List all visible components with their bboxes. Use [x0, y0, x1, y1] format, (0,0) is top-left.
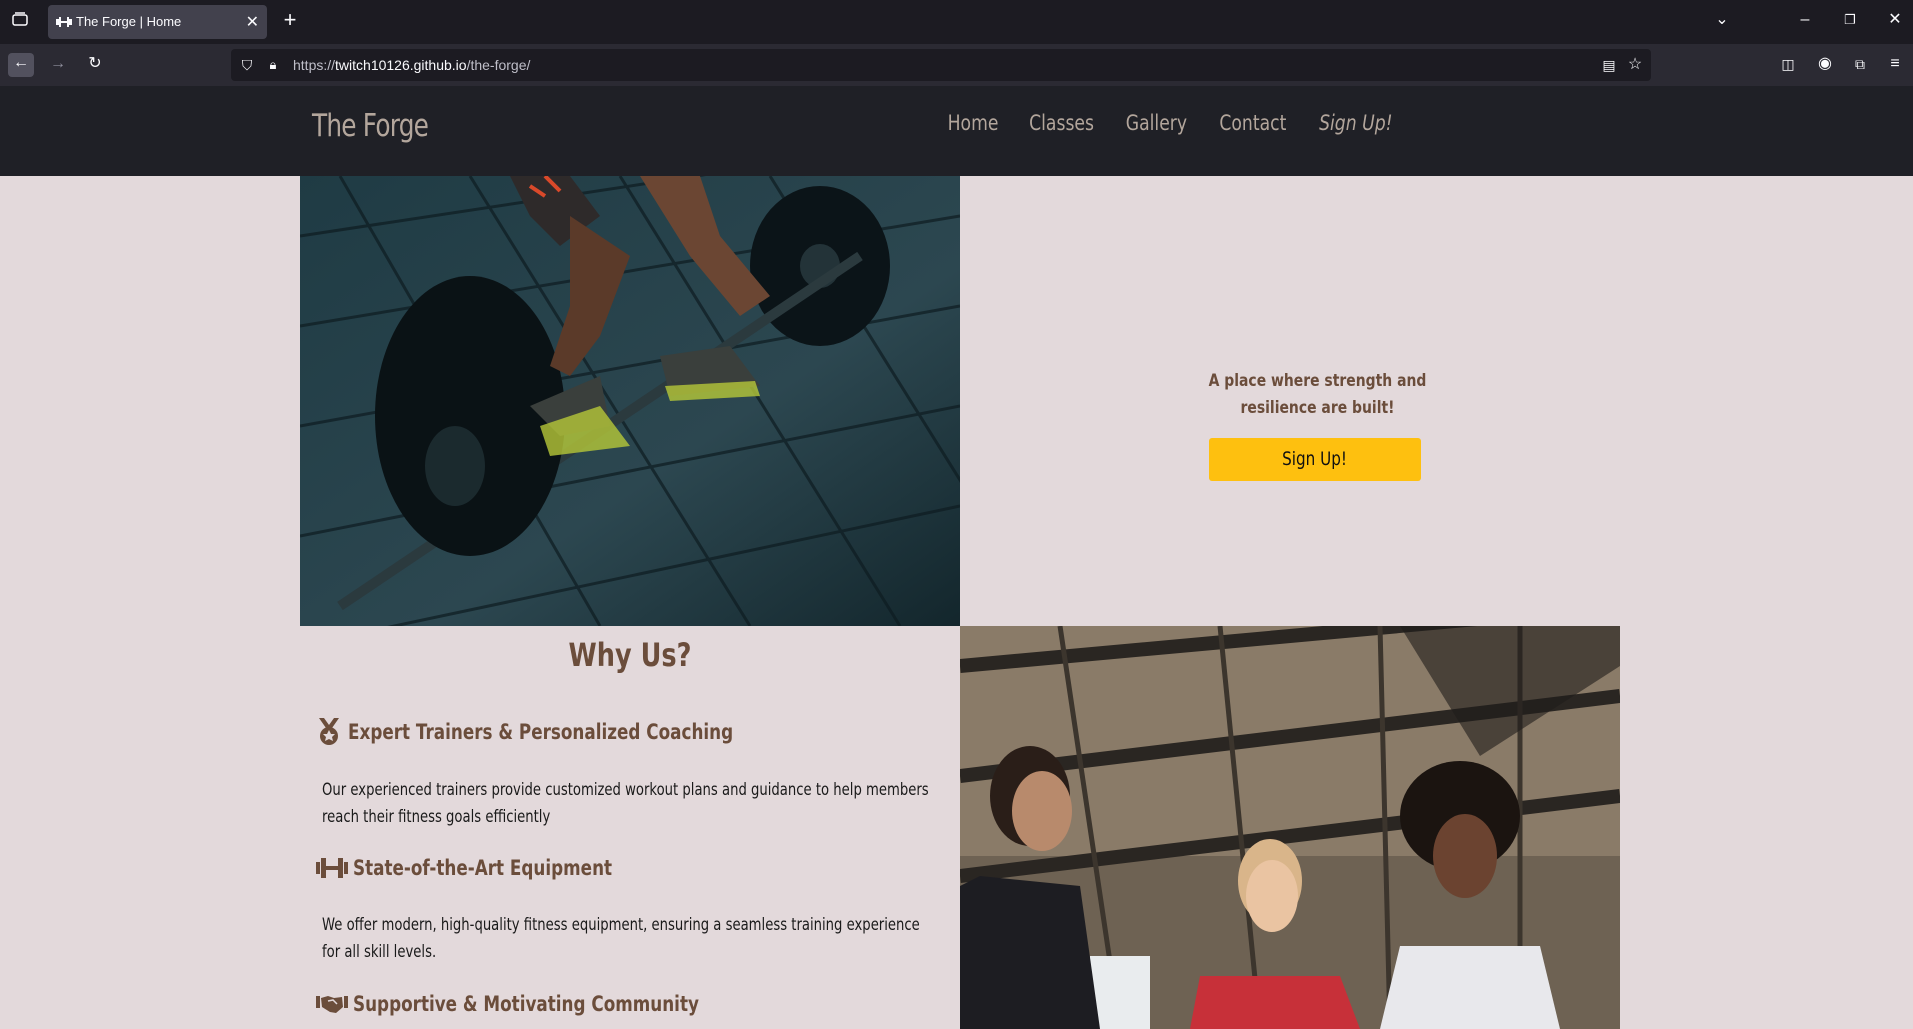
lock-icon[interactable]: 🔒︎	[265, 55, 281, 75]
medal-icon	[319, 718, 339, 745]
tab-list-icon[interactable]	[10, 12, 30, 32]
back-icon[interactable]: ←	[8, 53, 34, 77]
nav-gallery[interactable]: Gallery	[1126, 111, 1187, 135]
nav-home[interactable]: Home	[947, 111, 998, 135]
hero-deadlift-image	[300, 176, 960, 626]
handshake-icon	[316, 996, 348, 1013]
hero-tagline: A place where strength and resilience ar…	[1208, 371, 1427, 418]
close-tab-icon[interactable]: ✕	[246, 12, 259, 32]
main-nav: Home Classes Gallery Contact Sign Up!	[942, 111, 1401, 135]
extensions-icon[interactable]: ⧉	[1850, 54, 1870, 74]
forward-icon[interactable]: →	[48, 54, 68, 74]
nav-sign-up[interactable]: Sign Up!	[1319, 111, 1392, 135]
account-icon[interactable]: ◉	[1815, 54, 1835, 74]
tab-title: The Forge | Home	[76, 14, 182, 29]
hero-cta: A place where strength and resilience ar…	[960, 176, 1620, 626]
feature-title-text: State-of-the-Art Equipment	[353, 856, 613, 880]
nav-contact[interactable]: Contact	[1219, 111, 1286, 135]
minimize-icon[interactable]: –	[1795, 10, 1815, 30]
reload-icon[interactable]: ↻	[85, 54, 105, 74]
url-bar[interactable]: ⛉ 🔒︎ https://twitch10126.github.io/the-f…	[231, 49, 1651, 81]
browser-tab-strip: The Forge | Home ✕ + ⌄ – ❐ ✕	[0, 0, 1913, 44]
close-window-icon[interactable]: ✕	[1885, 10, 1905, 30]
site-header: The Forge Home Classes Gallery Contact S…	[0, 86, 1913, 176]
feature-title-trainers: Expert Trainers & Personalized Coaching	[316, 718, 829, 746]
women-laughing-image	[960, 626, 1620, 1029]
browser-tab[interactable]: The Forge | Home ✕	[48, 5, 267, 39]
url-text[interactable]: https://twitch10126.github.io/the-forge/	[293, 57, 530, 73]
nav-classes[interactable]: Classes	[1029, 111, 1094, 135]
dumbbell-icon	[316, 858, 348, 878]
chevron-down-icon[interactable]: ⌄	[1712, 10, 1732, 30]
feature-title-equipment: State-of-the-Art Equipment	[316, 856, 677, 880]
bookmark-star-icon[interactable]: ☆	[1627, 55, 1643, 75]
restore-icon[interactable]: ❐	[1840, 10, 1860, 30]
dumbbell-favicon-icon	[56, 17, 72, 27]
reader-view-icon[interactable]: ▤	[1601, 55, 1617, 75]
why-us-title: Why Us?	[568, 636, 692, 674]
feature-desc-equipment: We offer modern, high-quality fitness eq…	[322, 915, 920, 961]
sign-up-button-label: Sign Up!	[1282, 448, 1348, 470]
new-tab-icon[interactable]: +	[280, 9, 300, 31]
shield-icon[interactable]: ⛉	[239, 55, 255, 75]
menu-icon[interactable]: ≡	[1885, 54, 1905, 74]
feature-title-community: Supportive & Motivating Community	[316, 992, 785, 1016]
site-logo[interactable]: The Forge	[312, 108, 429, 144]
sign-up-button[interactable]: Sign Up!	[1209, 438, 1421, 481]
feature-title-text: Supportive & Motivating Community	[353, 992, 699, 1016]
feature-title-text: Expert Trainers & Personalized Coaching	[348, 720, 734, 744]
why-us-section: Why Us? Expert Trainers & Personalized C…	[300, 626, 960, 1029]
feature-desc-trainers: Our experienced trainers provide customi…	[322, 780, 929, 826]
pocket-icon[interactable]: ◫	[1778, 54, 1798, 74]
